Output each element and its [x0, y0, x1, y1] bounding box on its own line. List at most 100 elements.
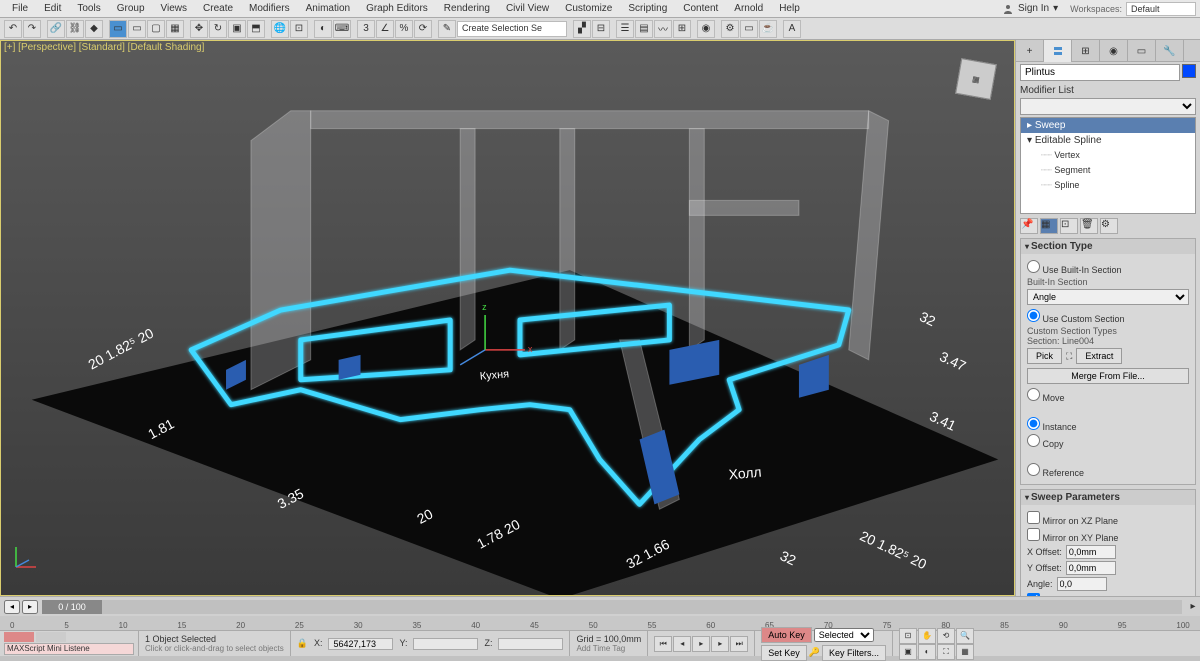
object-name-field[interactable]: [1020, 64, 1180, 81]
schematic-view-button[interactable]: ⊞: [673, 20, 691, 38]
yoffset-spinner[interactable]: [1066, 561, 1116, 575]
layer-explorer-button[interactable]: ☰: [616, 20, 634, 38]
time-slider[interactable]: ◂ ▸ 0 / 100 ▸: [0, 596, 1200, 616]
rotate-button[interactable]: ↻: [209, 20, 227, 38]
keyboard-button[interactable]: ⌨: [333, 20, 351, 38]
placement-button[interactable]: ⬒: [247, 20, 265, 38]
prev-key-button[interactable]: ◂: [4, 600, 20, 614]
redo-button[interactable]: ↷: [23, 20, 41, 38]
nav-fov-button[interactable]: ◐: [918, 644, 936, 660]
undo-button[interactable]: ↶: [4, 20, 22, 38]
workspace-select[interactable]: Default: [1126, 2, 1196, 16]
pivot-button[interactable]: ⊡: [290, 20, 308, 38]
pick-button[interactable]: Pick: [1027, 348, 1062, 364]
window-crossing-button[interactable]: ▦: [166, 20, 184, 38]
pin-stack-button[interactable]: 📌: [1020, 218, 1038, 234]
coord-y[interactable]: [413, 638, 478, 650]
unlink-button[interactable]: ⛓: [66, 20, 84, 38]
merge-file-button[interactable]: Merge From File...: [1027, 368, 1189, 384]
stack-editable-spline[interactable]: Editable Spline: [1021, 133, 1195, 148]
viewport-label[interactable]: [+] [Perspective] [Standard] [Default Sh…: [4, 42, 204, 53]
tab-display[interactable]: ▭: [1128, 40, 1156, 62]
key-icon[interactable]: 🔑: [809, 647, 820, 658]
extract-button[interactable]: Extract: [1076, 348, 1122, 364]
stack-segment[interactable]: Segment: [1021, 163, 1195, 178]
snap-toggle-button[interactable]: 3: [357, 20, 375, 38]
configure-sets-button[interactable]: ⚙: [1100, 218, 1118, 234]
modifier-stack[interactable]: Sweep Editable Spline Vertex Segment Spl…: [1020, 117, 1196, 214]
track-key-grey[interactable]: [36, 632, 66, 642]
maxscript-listener[interactable]: MAXScript Mini Listene: [4, 643, 134, 655]
menu-animation[interactable]: Animation: [298, 1, 358, 16]
stack-sweep[interactable]: Sweep: [1021, 118, 1195, 133]
radio-move[interactable]: Move: [1027, 388, 1189, 403]
manipulate-button[interactable]: ◐: [314, 20, 332, 38]
signin-button[interactable]: Sign In ▾: [994, 3, 1066, 15]
radio-instance[interactable]: Instance: [1027, 417, 1189, 432]
align-button[interactable]: ⊟: [592, 20, 610, 38]
object-color-swatch[interactable]: [1182, 64, 1196, 78]
spinner-snap-button[interactable]: ⟳: [414, 20, 432, 38]
autokey-button[interactable]: Auto Key: [761, 627, 812, 643]
menu-grapheditors[interactable]: Graph Editors: [358, 1, 436, 16]
play-button[interactable]: ▸: [692, 636, 710, 652]
nav-zoomall-button[interactable]: ▣: [899, 644, 917, 660]
check-mirror-xz[interactable]: Mirror on XZ Plane: [1027, 511, 1189, 526]
next-frame-button[interactable]: ▸: [711, 636, 729, 652]
toggle-ribbon-button[interactable]: ▤: [635, 20, 653, 38]
time-thumb[interactable]: 0 / 100: [42, 600, 102, 614]
viewport-perspective[interactable]: 20 1.82⁵ 20 1.81 3.35 20 1.78 20 32 1.66…: [0, 40, 1015, 596]
edit-selection-button[interactable]: ✎: [438, 20, 456, 38]
mirror-button[interactable]: ▞: [573, 20, 591, 38]
percent-snap-button[interactable]: %: [395, 20, 413, 38]
material-editor-button[interactable]: ◉: [697, 20, 715, 38]
show-end-result-button[interactable]: ▦: [1040, 218, 1058, 234]
add-time-tag[interactable]: Add Time Tag: [576, 644, 641, 653]
menu-create[interactable]: Create: [195, 1, 241, 16]
goto-end-button[interactable]: ⏭: [730, 636, 748, 652]
tab-utilities[interactable]: 🔧: [1156, 40, 1184, 62]
menu-scripting[interactable]: Scripting: [620, 1, 675, 16]
menu-rendering[interactable]: Rendering: [436, 1, 498, 16]
setkey-button[interactable]: Set Key: [761, 645, 807, 661]
viewcube[interactable]: ▦: [955, 58, 997, 100]
menu-edit[interactable]: Edit: [36, 1, 69, 16]
tab-modify[interactable]: [1044, 40, 1072, 62]
menu-content[interactable]: Content: [675, 1, 726, 16]
rollout-sweep-header[interactable]: Sweep Parameters: [1021, 490, 1195, 505]
check-smooth-section[interactable]: Smooth Section: [1027, 593, 1189, 596]
angle-spinner[interactable]: [1057, 577, 1107, 591]
track-key-red[interactable]: [4, 632, 34, 642]
scale-button[interactable]: ▣: [228, 20, 246, 38]
modifier-list-dropdown[interactable]: [1020, 98, 1196, 115]
radio-builtin[interactable]: Use Built-In Section: [1027, 260, 1189, 275]
remove-modifier-button[interactable]: 🗑: [1080, 218, 1098, 234]
move-button[interactable]: ✥: [190, 20, 208, 38]
menu-group[interactable]: Group: [109, 1, 153, 16]
link-button[interactable]: 🔗: [47, 20, 65, 38]
builtin-section-select[interactable]: Angle: [1027, 289, 1189, 305]
rollout-section-type-header[interactable]: Section Type: [1021, 239, 1195, 254]
select-region-button[interactable]: ▢: [147, 20, 165, 38]
coord-x[interactable]: [328, 638, 393, 650]
tab-create[interactable]: +: [1016, 40, 1044, 62]
menu-customize[interactable]: Customize: [557, 1, 620, 16]
select-name-button[interactable]: ▭: [128, 20, 146, 38]
nav-maximize-button[interactable]: ⛶: [937, 644, 955, 660]
menu-file[interactable]: File: [4, 1, 36, 16]
nav-min-button[interactable]: ▦: [956, 644, 974, 660]
lock-icon[interactable]: 🔒: [297, 638, 308, 650]
render-frame-button[interactable]: ▭: [740, 20, 758, 38]
scroll-right-icon[interactable]: ▸: [1186, 601, 1200, 612]
stack-vertex[interactable]: Vertex: [1021, 148, 1195, 163]
select-button[interactable]: ▭: [109, 20, 127, 38]
angle-snap-button[interactable]: ∠: [376, 20, 394, 38]
menu-help[interactable]: Help: [771, 1, 808, 16]
render-button[interactable]: ☕: [759, 20, 777, 38]
bind-button[interactable]: ◆: [85, 20, 103, 38]
selection-set-dropdown[interactable]: Create Selection Se: [457, 21, 567, 37]
menu-tools[interactable]: Tools: [69, 1, 108, 16]
radio-reference[interactable]: Reference: [1027, 463, 1189, 478]
radio-copy[interactable]: Copy: [1027, 434, 1189, 449]
tab-motion[interactable]: ◉: [1100, 40, 1128, 62]
